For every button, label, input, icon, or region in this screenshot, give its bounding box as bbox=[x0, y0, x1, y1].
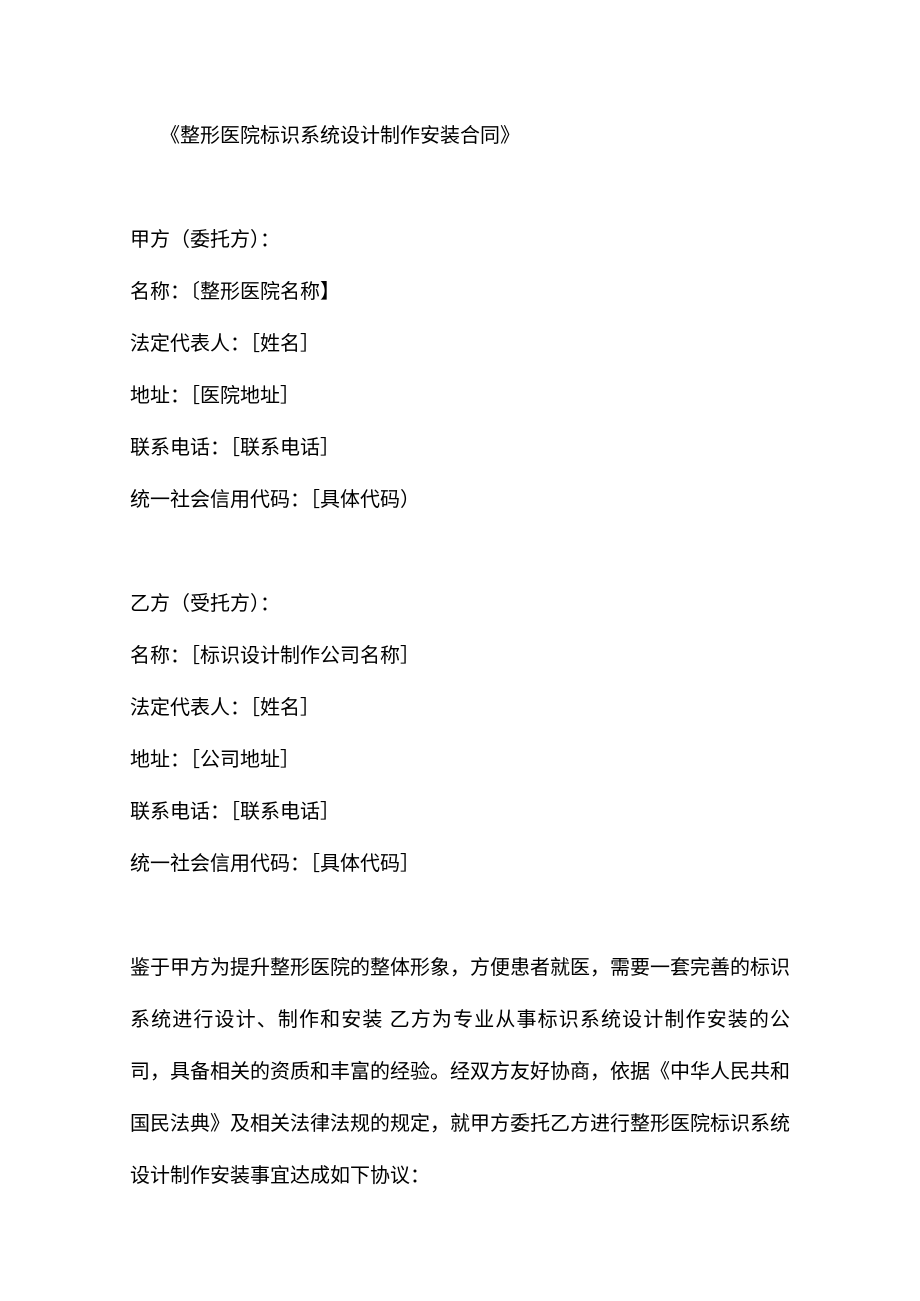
party-a-representative: 法定代表人：［姓名］ bbox=[130, 318, 790, 370]
party-b-header: 乙方（受托方）： bbox=[130, 578, 790, 630]
party-a-header: 甲方（委托方）： bbox=[130, 214, 790, 266]
party-a-section: 甲方（委托方）： 名称：〔整形医院名称】 法定代表人：［姓名］ 地址：［医院地址… bbox=[130, 214, 790, 526]
party-a-credit-code: 统一社会信用代码：［具体代码） bbox=[130, 474, 790, 526]
party-a-phone: 联系电话：［联系电话］ bbox=[130, 422, 790, 474]
party-a-address: 地址：［医院地址］ bbox=[130, 370, 790, 422]
party-b-name: 名称：［标识设计制作公司名称］ bbox=[130, 630, 790, 682]
party-b-credit-code: 统一社会信用代码：［具体代码］ bbox=[130, 838, 790, 890]
party-b-phone: 联系电话：［联系电话］ bbox=[130, 786, 790, 838]
party-b-section: 乙方（受托方）： 名称：［标识设计制作公司名称］ 法定代表人：［姓名］ 地址：［… bbox=[130, 578, 790, 890]
document-title: 《整形医院标识系统设计制作安装合同》 bbox=[130, 110, 790, 162]
party-a-name: 名称：〔整形医院名称】 bbox=[130, 266, 790, 318]
party-b-representative: 法定代表人：［姓名］ bbox=[130, 682, 790, 734]
recital-paragraph: 鉴于甲方为提升整形医院的整体形象，方便患者就医，需要一套完善的标识系统进行设计、… bbox=[130, 942, 790, 1202]
party-b-address: 地址：［公司地址］ bbox=[130, 734, 790, 786]
